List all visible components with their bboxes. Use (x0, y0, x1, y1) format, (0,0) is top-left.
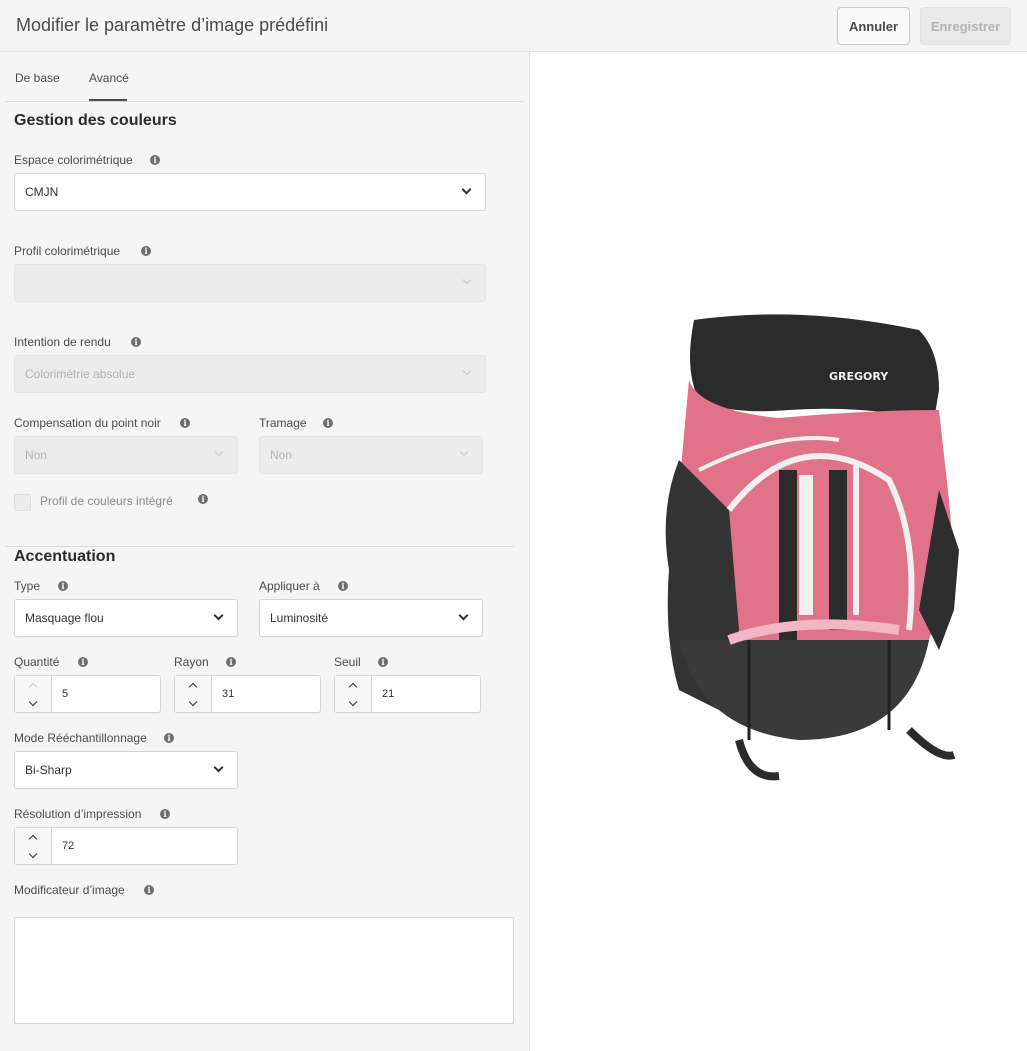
color-space-select[interactable]: CMJN (14, 173, 486, 211)
chevron-up-icon[interactable] (15, 676, 51, 694)
radius-label: Rayon (174, 655, 209, 669)
apply-to-select[interactable]: Luminosité (259, 599, 483, 637)
chevron-down-icon (461, 184, 472, 195)
threshold-stepper[interactable]: 21 (334, 675, 481, 713)
section-divider (5, 546, 514, 547)
chevron-down-icon[interactable] (335, 694, 371, 712)
chevron-down-icon[interactable] (15, 846, 51, 864)
chevron-down-icon (213, 610, 224, 621)
black-point-select[interactable]: Non (14, 436, 238, 474)
info-icon[interactable]: i (160, 809, 170, 819)
amount-label: Quantité (14, 655, 60, 669)
type-label: Type (14, 579, 41, 593)
info-icon[interactable]: i (378, 657, 388, 667)
chevron-down-icon[interactable] (175, 694, 211, 712)
image-modifier-label: Modificateur d’image (14, 883, 125, 897)
threshold-label: Seuil (334, 655, 361, 669)
stepper-arrows (175, 676, 212, 712)
color-space-value: CMJN (25, 185, 59, 199)
preview-panel: GREGORY (531, 52, 1027, 1051)
chevron-down-icon (213, 762, 224, 773)
save-button[interactable]: Enregistrer (920, 7, 1011, 45)
dialog-header: Modifier le paramètre d’image prédéfini … (0, 0, 1027, 52)
chevron-down-icon (462, 366, 472, 376)
type-value: Masquage flou (25, 611, 104, 625)
rendering-intent-value: Colorimétrie absolue (25, 367, 136, 381)
chevron-down-icon[interactable] (15, 694, 51, 712)
settings-panel: De base Avancé Gestion des couleurs Espa… (0, 52, 530, 1051)
tab-advanced[interactable]: Avancé (89, 71, 129, 85)
apply-to-label: Appliquer à (259, 579, 320, 593)
stepper-arrows (15, 676, 52, 712)
print-resolution-label: Résolution d’impression (14, 807, 142, 821)
info-icon[interactable]: i (180, 418, 190, 428)
cancel-button[interactable]: Annuler (837, 7, 910, 45)
resampling-label: Mode Rééchantillonnage (14, 731, 147, 745)
backpack-logo: GREGORY (829, 370, 889, 383)
resampling-select[interactable]: Bi-Sharp (14, 751, 238, 789)
info-icon[interactable]: i (226, 657, 236, 667)
embedded-profile-label: Profil de couleurs intégré (40, 494, 173, 508)
rendering-intent-label: Intention de rendu (14, 335, 111, 349)
print-resolution-value: 72 (62, 840, 75, 852)
info-icon[interactable]: i (58, 581, 68, 591)
dithering-select[interactable]: Non (259, 436, 483, 474)
type-select[interactable]: Masquage flou (14, 599, 238, 637)
print-resolution-stepper[interactable]: 72 (14, 827, 238, 865)
chevron-down-icon (214, 447, 224, 457)
dithering-value: Non (270, 448, 293, 462)
info-icon[interactable]: i (131, 337, 141, 347)
resampling-value: Bi-Sharp (25, 763, 72, 777)
stepper-arrows (335, 676, 372, 712)
info-icon[interactable]: i (323, 418, 333, 428)
info-icon[interactable]: i (141, 246, 151, 256)
amount-stepper[interactable]: 5 (14, 675, 161, 713)
info-icon[interactable]: i (78, 657, 88, 667)
chevron-down-icon (458, 610, 469, 621)
info-icon[interactable]: i (144, 885, 154, 895)
rendering-intent-select[interactable]: Colorimétrie absolue (14, 355, 486, 393)
tabs-divider (5, 101, 524, 102)
color-profile-label: Profil colorimétrique (14, 244, 121, 258)
chevron-up-icon[interactable] (335, 676, 371, 694)
dialog-title: Modifier le paramètre d’image prédéfini (16, 15, 329, 35)
apply-to-value: Luminosité (270, 611, 329, 625)
dithering-label: Tramage (259, 416, 307, 430)
radius-stepper[interactable]: 31 (174, 675, 321, 713)
chevron-up-icon[interactable] (15, 828, 51, 846)
tab-basic[interactable]: De base (15, 71, 60, 85)
threshold-value: 21 (382, 688, 395, 700)
color-profile-select[interactable] (14, 264, 486, 302)
section-sharpening: Accentuation (14, 548, 116, 565)
info-icon[interactable]: i (198, 494, 208, 504)
black-point-value: Non (25, 448, 48, 462)
image-modifier-textarea[interactable] (14, 917, 514, 1024)
info-icon[interactable]: i (150, 155, 160, 165)
chevron-down-icon (459, 447, 469, 457)
info-icon[interactable]: i (164, 733, 174, 743)
amount-value: 5 (62, 688, 69, 700)
black-point-label: Compensation du point noir (14, 416, 161, 430)
embedded-profile-checkbox[interactable] (14, 494, 31, 511)
stepper-arrows (15, 828, 52, 864)
backpack-preview-image: GREGORY (665, 314, 959, 781)
chevron-up-icon[interactable] (175, 676, 211, 694)
section-color-management: Gestion des couleurs (14, 112, 177, 129)
radius-value: 31 (222, 688, 235, 700)
chevron-down-icon (462, 275, 472, 285)
color-space-label: Espace colorimétrique (14, 153, 133, 167)
info-icon[interactable]: i (338, 581, 348, 591)
